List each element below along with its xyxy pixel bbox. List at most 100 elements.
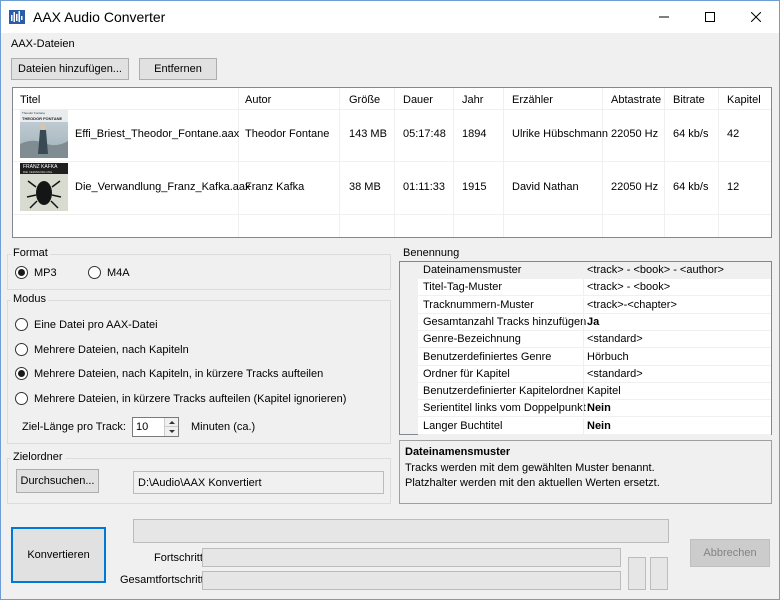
cell-title: Die_Verwandlung_Franz_Kafka.aax <box>75 181 251 193</box>
mode-option-radio-3[interactable] <box>15 367 28 380</box>
column-header-title[interactable]: Titel <box>20 94 40 106</box>
property-value[interactable]: <track> - <book> <box>587 281 670 293</box>
stepper-down-button[interactable] <box>164 427 178 436</box>
format-mp3-radio[interactable] <box>15 266 28 279</box>
cell-narrator: Ulrike Hübschmann <box>512 128 608 140</box>
progress-label: Fortschritt: <box>154 552 206 564</box>
target-folder-path[interactable]: D:\Audio\AAX Konvertiert <box>133 471 384 494</box>
property-value[interactable]: Hörbuch <box>587 351 629 363</box>
column-header-duration[interactable]: Dauer <box>403 94 433 106</box>
help-text-line-1: Tracks werden mit dem gewählten Muster b… <box>405 462 655 474</box>
cell-title: Effi_Briest_Theodor_Fontane.aax <box>75 128 240 140</box>
title-bar[interactable]: AAX Audio Converter <box>1 1 779 33</box>
format-group-title: Format <box>11 247 50 259</box>
mode-option-radio-1[interactable] <box>15 318 28 331</box>
browse-button[interactable]: Durchsuchen... <box>16 469 99 493</box>
cell-author: Franz Kafka <box>245 181 305 193</box>
property-value[interactable]: <track>-<chapter> <box>587 299 677 311</box>
stepper-up-button[interactable] <box>164 418 178 427</box>
mode-group-title: Modus <box>11 293 49 305</box>
maximize-icon <box>705 11 715 22</box>
minimize-button[interactable] <box>641 1 687 32</box>
maximize-button[interactable] <box>687 1 733 32</box>
property-value[interactable]: Nein <box>587 420 611 432</box>
property-row[interactable]: Titel-Tag-Muster <track> - <book> <box>418 279 771 297</box>
property-row[interactable]: Tracknummern-Muster <track>-<chapter> <box>418 296 771 314</box>
property-value[interactable]: <standard> <box>587 333 643 345</box>
app-waveform-icon <box>9 10 25 24</box>
cell-bitrate: 64 kb/s <box>673 181 709 193</box>
cell-year: 1894 <box>462 128 487 140</box>
property-row[interactable]: Dateinamensmuster <track> - <book> - <aut… <box>418 262 771 279</box>
property-value[interactable]: Ja <box>587 316 599 328</box>
column-header-samplerate[interactable]: Abtastrate <box>611 94 661 106</box>
cell-author: Theodor Fontane <box>245 128 330 140</box>
property-name: Dateinamensmuster <box>423 264 522 276</box>
total-progress-label: Gesamtfortschritt: <box>120 574 207 586</box>
property-row[interactable]: Benutzerdefiniertes Genre Hörbuch <box>418 348 771 366</box>
cell-size: 143 MB <box>349 128 387 140</box>
property-value[interactable]: Nein <box>587 402 611 414</box>
property-help-box: Dateinamensmuster Tracks werden mit dem … <box>399 440 772 504</box>
chevron-up-icon <box>169 421 175 424</box>
indicator-box-1 <box>628 557 646 590</box>
target-folder-group-title: Zielordner <box>11 451 65 463</box>
mode-option-label-4[interactable]: Mehrere Dateien, in kürzere Tracks aufte… <box>34 393 346 405</box>
column-header-size[interactable]: Größe <box>349 94 380 106</box>
track-length-stepper[interactable]: 10 <box>132 417 179 437</box>
property-row[interactable]: Benutzerdefinierter Kapitelordner Kapitel <box>418 383 771 401</box>
column-header-year[interactable]: Jahr <box>462 94 483 106</box>
column-header-narrator[interactable]: Erzähler <box>512 94 553 106</box>
cover-image-die-verwandlung: FRANZ KAFKA DIE VERWANDLUNG <box>20 163 68 211</box>
property-name: Genre-Bezeichnung <box>423 333 521 346</box>
property-name: Benutzerdefiniertes Genre <box>423 350 552 363</box>
property-name: Serientitel links vom Doppelpunkt <box>423 402 586 415</box>
column-header-chapters[interactable]: Kapitel <box>727 94 761 106</box>
mode-option-radio-4[interactable] <box>15 392 28 405</box>
mode-option-label-2[interactable]: Mehrere Dateien, nach Kapiteln <box>34 344 189 356</box>
format-m4a-radio[interactable] <box>88 266 101 279</box>
add-files-button[interactable]: Dateien hinzufügen... <box>11 58 129 80</box>
property-row[interactable]: Serientitel links vom Doppelpunkt Nein <box>418 400 771 418</box>
property-name: Tracknummern-Muster <box>423 298 534 311</box>
remove-button[interactable]: Entfernen <box>139 58 217 80</box>
property-value[interactable]: <standard> <box>587 368 643 380</box>
cell-duration: 05:17:48 <box>403 128 446 140</box>
cell-year: 1915 <box>462 181 487 193</box>
app-window: AAX Audio Converter AAX-Dateien Dateien … <box>0 0 780 600</box>
format-mp3-label[interactable]: MP3 <box>34 267 57 279</box>
property-value[interactable]: <track> - <book> - <author> <box>587 264 724 276</box>
cell-samplerate: 22050 Hz <box>611 181 659 193</box>
mode-option-label-3[interactable]: Mehrere Dateien, nach Kapiteln, in kürze… <box>34 368 323 380</box>
total-progress-bar <box>202 571 621 590</box>
column-header-bitrate[interactable]: Bitrate <box>673 94 705 106</box>
track-length-value[interactable]: 10 <box>136 421 148 433</box>
help-title: Dateinamensmuster <box>405 446 511 458</box>
property-row[interactable]: Ordner für Kapitel <standard> <box>418 365 771 383</box>
files-group-title: AAX-Dateien <box>11 38 75 50</box>
property-name: Titel-Tag-Muster <box>423 281 503 294</box>
column-header-author[interactable]: Autor <box>245 94 271 106</box>
status-bar <box>133 519 669 543</box>
close-button[interactable] <box>733 1 779 32</box>
progress-bar <box>202 548 621 567</box>
property-name: Ordner für Kapitel <box>423 367 510 380</box>
cover-image-effi-briest: Theodor Fontane THEODOR FONTANE <box>20 110 68 158</box>
minimize-icon <box>659 16 669 17</box>
cell-narrator: David Nathan <box>512 181 579 193</box>
property-row[interactable]: Genre-Bezeichnung <standard> <box>418 331 771 349</box>
format-group <box>7 254 391 290</box>
property-name: Benutzerdefinierter Kapitelordner <box>423 385 585 398</box>
property-name: Gesamtanzahl Tracks hinzufügen <box>423 315 587 328</box>
property-value[interactable]: Kapitel <box>587 385 621 397</box>
cell-samplerate: 22050 Hz <box>611 128 659 140</box>
mode-option-label-1[interactable]: Eine Datei pro AAX-Datei <box>34 319 158 331</box>
convert-button[interactable]: Konvertieren <box>11 527 106 583</box>
mode-option-radio-2[interactable] <box>15 343 28 356</box>
file-list[interactable]: Titel Autor Größe Dauer Jahr Erzähler Ab… <box>12 87 772 238</box>
naming-property-grid[interactable]: Dateinamensmuster <track> - <book> - <aut… <box>399 261 772 435</box>
property-row[interactable]: Gesamtanzahl Tracks hinzufügen Ja <box>418 313 771 331</box>
property-row[interactable]: Langer Buchtitel Nein <box>418 417 771 435</box>
format-m4a-label[interactable]: M4A <box>107 267 130 279</box>
close-icon <box>751 11 761 22</box>
